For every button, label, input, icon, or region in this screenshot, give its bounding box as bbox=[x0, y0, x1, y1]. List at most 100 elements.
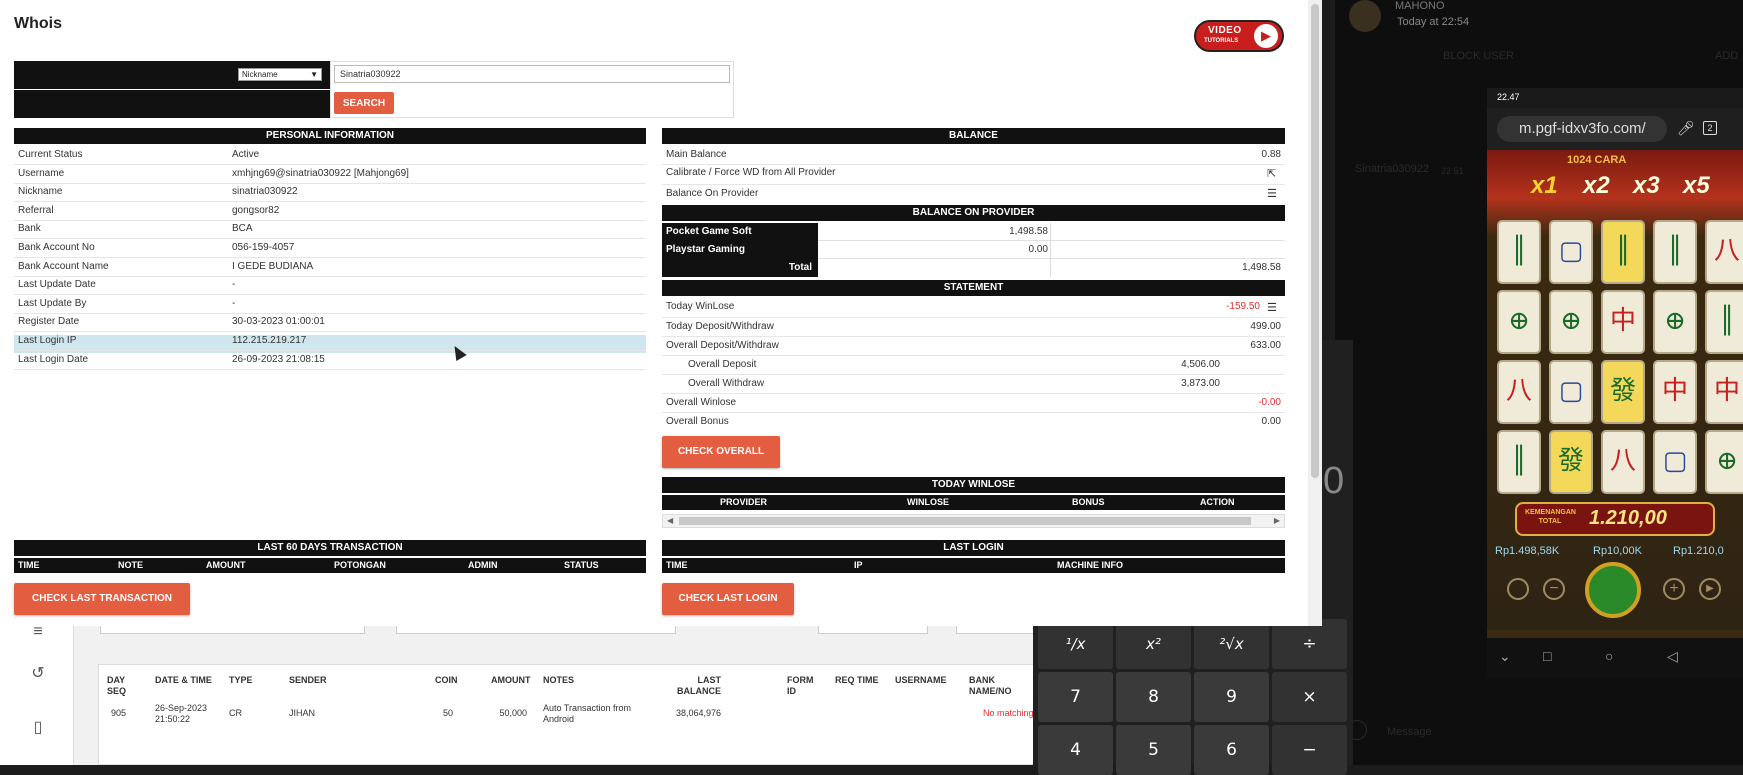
calc-key-6[interactable]: 6 bbox=[1194, 725, 1269, 775]
list-icon[interactable]: ☰ bbox=[1267, 301, 1277, 314]
search-type-select[interactable]: Nickname ▼ bbox=[238, 68, 322, 81]
mahjong-tile: 中 bbox=[1601, 290, 1645, 354]
personal-info-label: Bank Account No bbox=[18, 242, 95, 253]
provider-value: 1,498.58 bbox=[1009, 226, 1048, 237]
tabs-icon[interactable]: 2 bbox=[1703, 121, 1717, 135]
bg-td: CR bbox=[229, 708, 242, 718]
mahjong-tile: ║ bbox=[1601, 220, 1645, 284]
mahjong-tile: 發 bbox=[1549, 430, 1593, 494]
phone-url-field[interactable]: m.pgf-idxv3fo.com/ bbox=[1497, 116, 1667, 142]
calc-key-sqrt[interactable]: ²√x bbox=[1194, 619, 1269, 669]
last60-columns: TIME NOTE AMOUNT POTONGAN ADMIN STATUS bbox=[14, 558, 646, 573]
recents-icon[interactable]: □ bbox=[1543, 648, 1551, 664]
bg-td: No matching bbox=[983, 708, 1034, 718]
multiplier-x5: x5 bbox=[1683, 172, 1710, 199]
mahjong-tile: ▢ bbox=[1549, 360, 1593, 424]
overall-deposit-label: Overall Deposit bbox=[688, 359, 757, 370]
row-divider bbox=[14, 350, 646, 351]
today-dw-value: 499.00 bbox=[1250, 321, 1281, 332]
today-winlose-value: -159.50 bbox=[1226, 301, 1260, 312]
video-tutorials-button[interactable]: VIDEO TUTORIALS ▶ bbox=[1194, 20, 1284, 52]
calc-key-9[interactable]: 9 bbox=[1194, 672, 1269, 722]
spin-button[interactable] bbox=[1585, 562, 1641, 618]
minus-bet-button[interactable]: − bbox=[1543, 578, 1565, 600]
mahjong-tile: ⊕ bbox=[1705, 430, 1743, 494]
check-last-login-button[interactable]: CHECK LAST LOGIN bbox=[662, 583, 794, 615]
modal-scrollbar-thumb[interactable] bbox=[1311, 4, 1319, 478]
last-login-header: LAST LOGIN bbox=[662, 540, 1285, 556]
scroll-right-icon[interactable]: ▶ bbox=[1274, 515, 1280, 527]
overall-withdraw-value: 3,873.00 bbox=[1181, 378, 1220, 389]
main-balance-label: Main Balance bbox=[666, 149, 727, 160]
bg-th: BANK NAME/NO bbox=[969, 675, 1012, 696]
col-potongan: POTONGAN bbox=[334, 560, 386, 570]
message-input[interactable]: Message bbox=[1387, 726, 1432, 739]
balance-on-provider-label: Balance On Provider bbox=[666, 188, 759, 199]
check-last-transaction-button[interactable]: CHECK LAST TRANSACTION bbox=[14, 583, 190, 615]
multiplier-x2: x2 bbox=[1583, 172, 1610, 199]
home-icon[interactable]: ○ bbox=[1605, 648, 1613, 664]
history-icon[interactable]: ↺ bbox=[26, 662, 50, 686]
today-dw-label: Today Deposit/Withdraw bbox=[666, 321, 774, 332]
add-button[interactable]: ADD bbox=[1715, 50, 1738, 63]
list-icon[interactable]: ☰ bbox=[1267, 187, 1277, 200]
today-winlose-header: TODAY WINLOSE bbox=[662, 477, 1285, 493]
personal-info-label: Last Update By bbox=[18, 297, 87, 309]
bg-transactions-table: DAY SEQ DATE & TIME TYPE SENDER COIN AMO… bbox=[98, 664, 1038, 765]
scrollbar-thumb[interactable] bbox=[679, 517, 1251, 525]
bg-td: 50 bbox=[442, 708, 453, 718]
mahjong-tile: ▢ bbox=[1653, 430, 1697, 494]
win-value: 1.210,00 bbox=[1589, 507, 1667, 529]
block-user-button[interactable]: BLOCK USER bbox=[1443, 50, 1514, 63]
calc-display: 0 bbox=[1323, 460, 1345, 502]
share-icon[interactable]: ⇱ bbox=[1267, 167, 1276, 180]
col-machine-info: MACHINE INFO bbox=[1057, 560, 1123, 570]
book-icon[interactable]: ▯ bbox=[26, 716, 50, 740]
horizontal-scrollbar[interactable]: ◀ ▶ bbox=[662, 514, 1285, 528]
chat-contact-name: MAHONO bbox=[1395, 0, 1445, 12]
row-divider bbox=[14, 219, 646, 221]
provider-table: Pocket Game Soft 1,498.58 Playstar Gamin… bbox=[662, 223, 1285, 278]
modal-title: Whois bbox=[14, 15, 62, 32]
win-stat: Rp1.210,0 bbox=[1673, 545, 1724, 557]
mic-icon[interactable]: 🎤︎ bbox=[1677, 120, 1695, 137]
plus-bet-button[interactable]: + bbox=[1663, 578, 1685, 600]
autoplay-button[interactable]: ▶ bbox=[1699, 578, 1721, 600]
calc-key-7[interactable]: 7 bbox=[1038, 672, 1113, 722]
turbo-icon[interactable] bbox=[1507, 578, 1529, 600]
calc-key-5[interactable]: 5 bbox=[1116, 725, 1191, 775]
col-bonus: BONUS bbox=[1072, 497, 1105, 507]
scroll-left-icon[interactable]: ◀ bbox=[667, 515, 673, 527]
calc-key-minus[interactable]: − bbox=[1272, 725, 1347, 775]
row-divider bbox=[14, 312, 646, 314]
overall-withdraw-label: Overall Withdraw bbox=[688, 378, 765, 389]
bg-th: SENDER bbox=[289, 675, 327, 685]
row-divider bbox=[14, 238, 646, 240]
game-area: 1024 CARA x1 x2 x3 x5 ║ ▢ ║ ║ 八 ⊕ ⊕ 中 ⊕ … bbox=[1487, 150, 1743, 630]
calc-key-4[interactable]: 4 bbox=[1038, 725, 1113, 775]
personal-info-label: Nickname bbox=[18, 186, 63, 198]
back-icon[interactable]: ◁ bbox=[1667, 648, 1678, 665]
personal-info-label: Current Status bbox=[18, 149, 83, 160]
win-banner: KEMENANGAN TOTAL 1.210,00 bbox=[1515, 502, 1715, 536]
calc-key-8[interactable]: 8 bbox=[1116, 672, 1191, 722]
check-overall-button[interactable]: CHECK OVERALL bbox=[662, 436, 780, 468]
chat-message-sender: Sinatria030922 bbox=[1355, 163, 1430, 175]
total-value: 1,498.58 bbox=[1242, 262, 1281, 273]
calc-key-divide[interactable]: ÷ bbox=[1272, 619, 1347, 669]
provider-row: Pocket Game Soft 1,498.58 bbox=[662, 223, 1285, 241]
bg-td: Auto Transaction from Android bbox=[543, 703, 632, 724]
main-balance-value: 0.88 bbox=[1261, 149, 1281, 160]
calc-key-square[interactable]: x² bbox=[1116, 619, 1191, 669]
search-button[interactable]: SEARCH bbox=[334, 92, 394, 114]
chevron-down-icon[interactable]: ⌄ bbox=[1499, 648, 1511, 665]
mahjong-tile: 中 bbox=[1705, 360, 1743, 424]
row-divider bbox=[14, 368, 646, 370]
overall-dw-value: 633.00 bbox=[1250, 340, 1281, 351]
row-divider bbox=[14, 331, 646, 333]
search-input[interactable] bbox=[334, 65, 730, 83]
calc-key-reciprocal[interactable]: ¹/x bbox=[1038, 619, 1113, 669]
calc-key-multiply[interactable]: × bbox=[1272, 672, 1347, 722]
personal-info-value: 056-159-4057 bbox=[232, 242, 295, 253]
cell-divider bbox=[1050, 241, 1051, 259]
